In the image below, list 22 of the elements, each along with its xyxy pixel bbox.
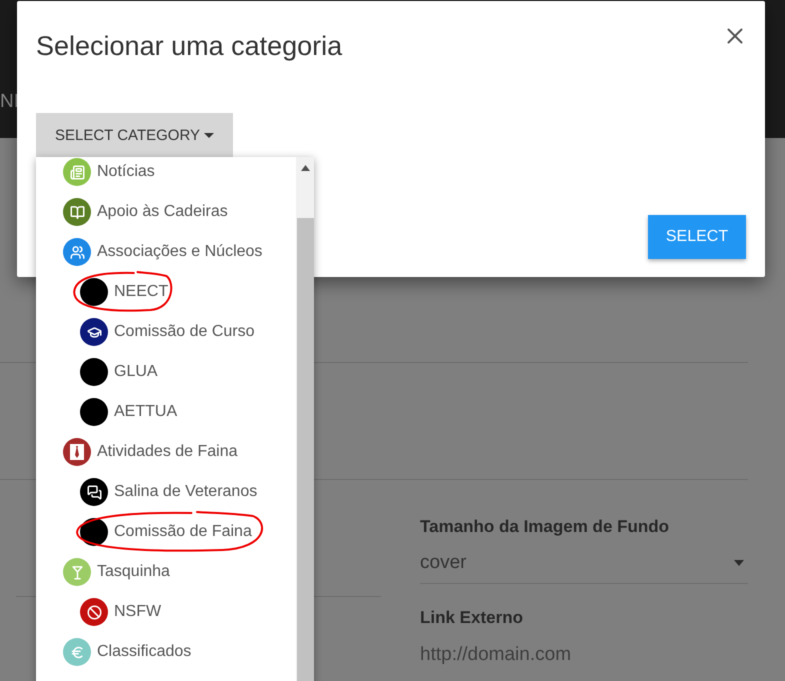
category-option[interactable]: Comissão de Curso [36, 312, 296, 352]
category-option[interactable]: Notícias [36, 157, 296, 192]
scrollbar[interactable] [296, 157, 314, 681]
category-option[interactable]: Atividades de Faina [36, 432, 296, 472]
link-input-field[interactable]: http://domain.com [420, 644, 740, 666]
category-dropdown-button[interactable]: SELECT CATEGORY [36, 113, 233, 157]
category-option[interactable]: Associações e Núcleos [36, 232, 296, 272]
category-option[interactable]: Salina de Veteranos [36, 472, 296, 512]
category-option[interactable]: Classificados [36, 632, 296, 672]
category-option[interactable]: AETTUA [36, 392, 296, 432]
category-option[interactable]: Comissão de Faina [36, 512, 296, 552]
field-label: Link Externo [420, 608, 524, 628]
category-option[interactable]: NEECT [36, 272, 296, 312]
category-option[interactable]: GLUA [36, 352, 296, 392]
caret-icon [734, 560, 744, 566]
scroll-up-icon[interactable] [300, 165, 310, 171]
dialog-title: Selecionar uma categoria [36, 31, 342, 62]
category-option[interactable]: Tasquinha [36, 552, 296, 592]
category-option[interactable]: Apoio às Cadeiras [36, 192, 296, 232]
caret-icon [204, 132, 214, 138]
field-label: Tamanho da Imagem de Fundo [420, 517, 670, 537]
category-option[interactable]: NSFW [36, 592, 296, 632]
